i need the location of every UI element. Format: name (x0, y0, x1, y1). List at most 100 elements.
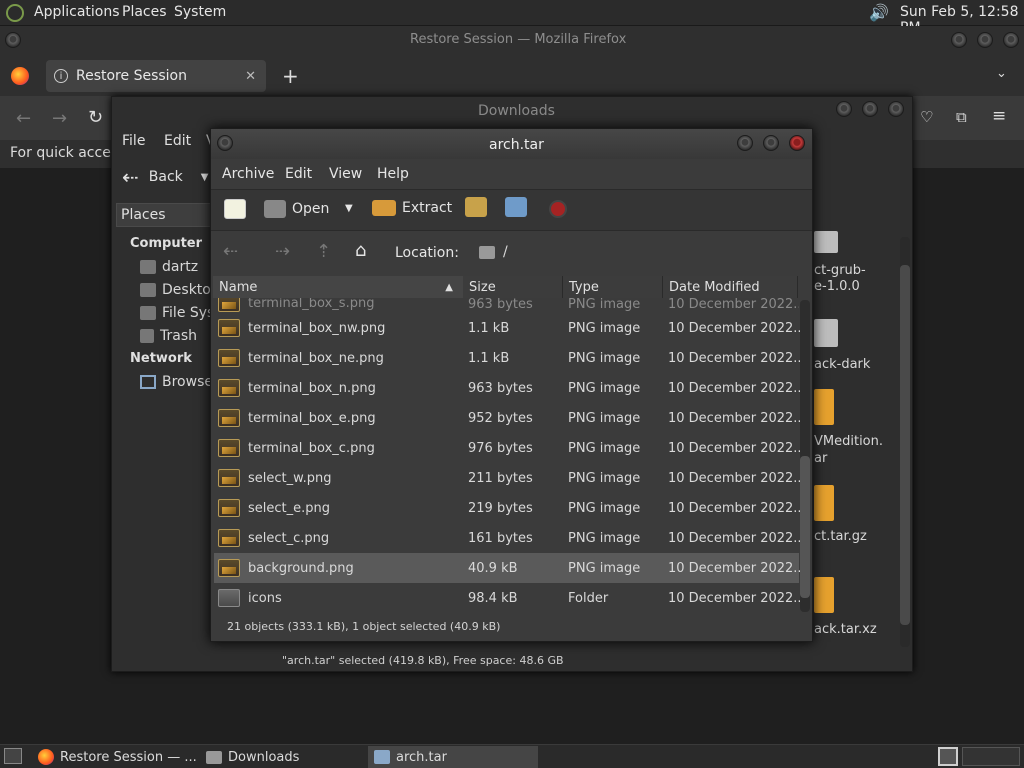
hamburger-menu-icon[interactable]: ≡ (992, 106, 1006, 126)
new-tab-button[interactable]: + (282, 64, 299, 88)
menu-applications[interactable]: Applications (34, 4, 120, 20)
reload-icon[interactable]: ↻ (88, 107, 103, 128)
table-row[interactable]: terminal_box_c.png 976 bytes PNG image 1… (214, 433, 806, 463)
location-field[interactable]: / (473, 239, 803, 265)
firefox-title: Restore Session — Mozilla Firefox (410, 32, 627, 47)
back-dropdown-icon[interactable]: ▼ (201, 172, 209, 183)
workspace-switcher-2[interactable] (962, 747, 1020, 766)
cell-size: 211 bytes (468, 470, 533, 486)
places-selector[interactable]: Places (116, 203, 216, 227)
downloads-close-button[interactable] (888, 101, 904, 117)
archive-icon-1[interactable] (814, 389, 834, 425)
location-up-icon[interactable]: ⇡ (316, 241, 331, 262)
add-files-icon[interactable] (465, 197, 487, 217)
table-row[interactable]: select_c.png 161 bytes PNG image 10 Dece… (214, 523, 806, 553)
location-forward-icon[interactable]: ⇢ (275, 241, 290, 262)
tab-close-icon[interactable]: ✕ (245, 69, 256, 84)
downloads-maximize-button[interactable] (862, 101, 878, 117)
table-row[interactable]: terminal_box_ne.png 1.1 kB PNG image 10 … (214, 343, 806, 373)
nav-forward-icon[interactable]: → (52, 108, 67, 129)
archive-title: arch.tar (489, 137, 544, 153)
sidebar-item-dartz[interactable]: dartz (140, 259, 198, 275)
extensions-icon[interactable]: ⧉ (956, 108, 967, 126)
location-back-icon[interactable]: ⇠ (223, 241, 238, 262)
firefox-close-button[interactable] (1003, 32, 1019, 48)
pocket-icon[interactable]: ♡ (920, 108, 933, 126)
cell-size: 952 bytes (468, 410, 533, 426)
archive-icon-2[interactable] (814, 485, 834, 521)
cell-type: PNG image (568, 470, 641, 486)
cell-size: 1.1 kB (468, 320, 510, 336)
menu-archive[interactable]: Archive (222, 166, 274, 182)
location-home-icon[interactable]: ⌂ (355, 240, 366, 261)
sidebar-item-desktop[interactable]: Desktop (140, 282, 220, 298)
open-dropdown-icon[interactable]: ▼ (345, 203, 353, 214)
file-label-4[interactable]: VMedition. (814, 434, 883, 449)
taskbar-item-firefox[interactable]: Restore Session — ... (32, 746, 198, 768)
cell-size: 963 bytes (468, 298, 533, 312)
workspace-switcher[interactable] (938, 747, 958, 766)
folder-icon-1[interactable] (814, 231, 838, 253)
table-row[interactable]: terminal_box_n.png 963 bytes PNG image 1… (214, 373, 806, 403)
back-label: Back (148, 169, 183, 185)
tab-restore-session[interactable]: i Restore Session ✕ (46, 60, 266, 92)
list-scrollbar-thumb[interactable] (800, 456, 810, 598)
sidebar-item-trash[interactable]: Trash (140, 328, 197, 344)
archive-maximize-button[interactable] (763, 135, 779, 151)
table-row[interactable]: select_w.png 211 bytes PNG image 10 Dece… (214, 463, 806, 493)
archive-close-button[interactable] (789, 135, 805, 151)
file-label-7[interactable]: ack.tar.xz (814, 622, 877, 637)
firefox-minimize-button[interactable] (951, 32, 967, 48)
column-header-date[interactable]: Date Modified (663, 276, 798, 298)
dl-menu-edit[interactable]: Edit (164, 133, 191, 149)
column-header-name[interactable]: Name ▲ (213, 276, 464, 298)
volume-icon[interactable]: 🔊 (869, 3, 889, 22)
column-header-size[interactable]: Size (463, 276, 563, 298)
table-row-partial[interactable]: terminal_box_s.png 963 bytes PNG image 1… (214, 298, 799, 312)
cell-date: 10 December 2022... (668, 530, 806, 546)
nav-back-icon[interactable]: ← (16, 108, 31, 129)
list-scrollbar[interactable] (800, 300, 810, 612)
dl-scrollbar-thumb[interactable] (900, 265, 910, 625)
menu-view[interactable]: View (329, 166, 362, 182)
column-header-type[interactable]: Type (563, 276, 663, 298)
menu-help[interactable]: Help (377, 166, 409, 182)
menu-edit[interactable]: Edit (285, 166, 312, 182)
menu-system[interactable]: System (174, 4, 226, 20)
sidebar-item-filesystem[interactable]: File Syst (140, 305, 220, 321)
file-label-5[interactable]: ar (814, 451, 827, 466)
file-label-2[interactable]: e-1.0.0 (814, 279, 860, 294)
table-row[interactable]: select_e.png 219 bytes PNG image 10 Dece… (214, 493, 806, 523)
firefox-maximize-button[interactable] (977, 32, 993, 48)
table-row[interactable]: terminal_box_e.png 952 bytes PNG image 1… (214, 403, 806, 433)
add-folder-icon[interactable] (505, 197, 527, 217)
file-label-1[interactable]: ct-grub- (814, 263, 866, 278)
extract-button[interactable]: Extract (372, 200, 452, 216)
show-desktop-icon[interactable] (4, 748, 22, 764)
dl-scrollbar[interactable] (900, 237, 910, 647)
file-label-3[interactable]: ack-dark (814, 357, 870, 372)
archive-minimize-button[interactable] (737, 135, 753, 151)
open-button[interactable]: Open (264, 200, 329, 218)
gnome-logo-icon[interactable] (6, 4, 24, 22)
table-row-selected[interactable]: background.png 40.9 kB PNG image 10 Dece… (214, 553, 806, 583)
file-label-6[interactable]: ct.tar.gz (814, 529, 867, 544)
firefox-menu-button[interactable] (5, 32, 21, 48)
downloads-minimize-button[interactable] (836, 101, 852, 117)
table-row[interactable]: icons 98.4 kB Folder 10 December 2022... (214, 583, 806, 613)
sidebar-heading-network: Network (130, 351, 192, 366)
downloads-title: Downloads (478, 103, 555, 119)
folder-icon-2[interactable] (814, 319, 838, 347)
taskbar-item-arch-tar[interactable]: arch.tar (368, 746, 538, 768)
dl-menu-file[interactable]: File (122, 133, 145, 149)
menu-places[interactable]: Places (122, 4, 167, 20)
png-file-icon (218, 379, 240, 397)
archive-window-menu-button[interactable] (217, 135, 233, 151)
table-row[interactable]: terminal_box_nw.png 1.1 kB PNG image 10 … (214, 313, 806, 343)
taskbar-item-downloads[interactable]: Downloads (200, 746, 366, 768)
new-archive-icon[interactable] (224, 199, 246, 219)
archive-icon-3[interactable] (814, 577, 834, 613)
tab-list-chevron-icon[interactable]: ⌄ (996, 66, 1007, 81)
stop-icon[interactable] (549, 200, 567, 218)
dl-back-button[interactable]: ⇠ Back ▼ (122, 165, 208, 189)
